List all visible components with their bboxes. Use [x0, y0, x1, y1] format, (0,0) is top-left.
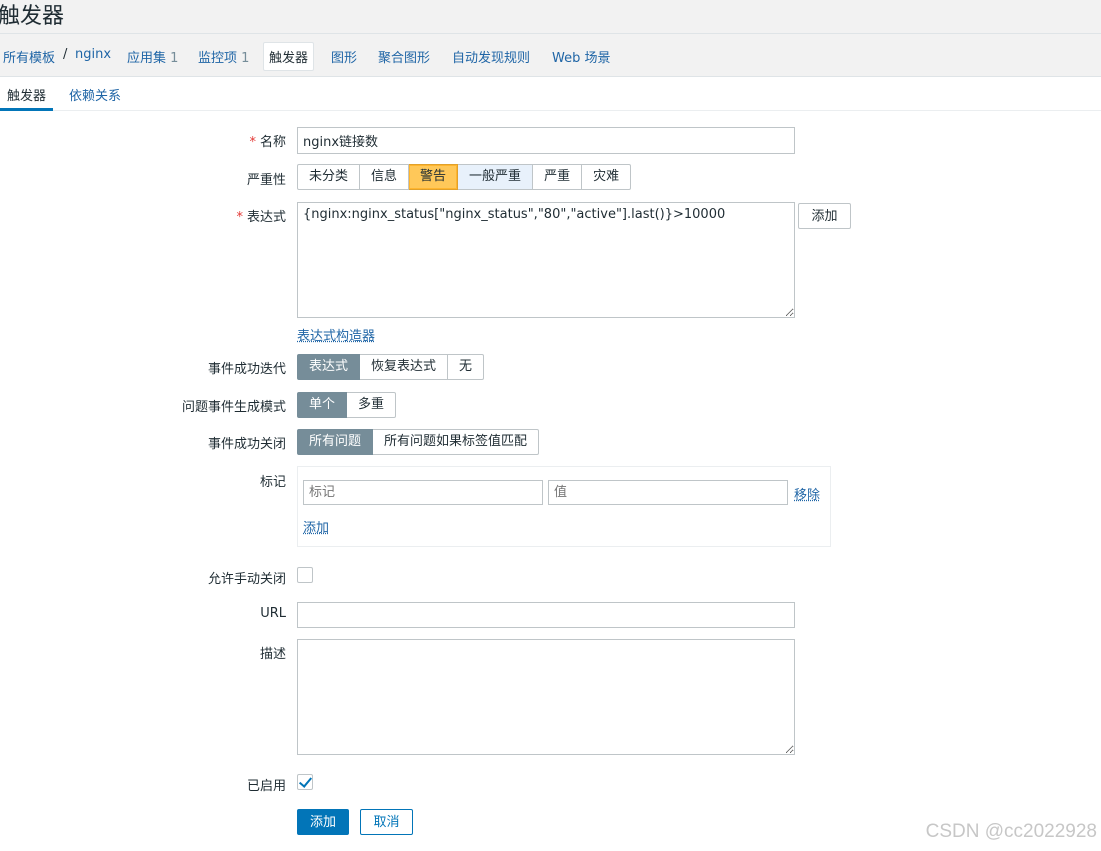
ok-event-none[interactable]: 无 [448, 354, 485, 380]
name-input[interactable] [297, 127, 795, 154]
problem-mode-multiple[interactable]: 多重 [347, 392, 397, 418]
enabled-label: 已启用 [246, 779, 286, 794]
url-input[interactable] [297, 602, 795, 628]
cancel-button[interactable]: 取消 [360, 809, 413, 835]
name-label: * 名称 [249, 131, 286, 150]
nav-discovery[interactable]: 自动发现规则 [452, 47, 530, 66]
severity-information[interactable]: 信息 [360, 164, 410, 190]
nav-applications-label: 应用集 [127, 51, 167, 66]
breadcrumb-template[interactable]: nginx [75, 47, 111, 62]
manual-close-checkbox[interactable] [297, 567, 313, 583]
submit-button[interactable]: 添加 [297, 809, 349, 835]
breadcrumb-separator: / [63, 47, 68, 62]
nav-applications-count: 1 [170, 51, 179, 66]
breadcrumb: 所有模板 / nginx 应用集 1 监控项 1 触发器 图形 聚合图形 自动发… [0, 34, 1101, 77]
tags-label: 标记 [259, 475, 286, 490]
manual-close-label: 允许手动关闭 [207, 572, 286, 587]
ok-close-label: 事件成功关闭 [207, 437, 286, 452]
tags-table [297, 466, 831, 547]
severity-not-classified[interactable]: 未分类 [297, 164, 361, 190]
expression-textarea[interactable]: {nginx:nginx_status["nginx_status","80",… [297, 202, 795, 318]
nav-triggers[interactable]: 触发器 [263, 42, 315, 71]
nav-applications[interactable]: 应用集 1 [127, 47, 178, 66]
tab-trigger[interactable]: 触发器 [0, 85, 54, 111]
description-label: 描述 [259, 647, 286, 662]
page-header: 触发器 [0, 0, 1101, 34]
nav-screens[interactable]: 聚合图形 [378, 47, 430, 66]
nav-items-label: 监控项 [198, 51, 238, 66]
tag-value-input[interactable] [548, 480, 788, 505]
name-label-text: 名称 [259, 135, 286, 150]
description-textarea[interactable] [297, 639, 795, 755]
problem-mode-label: 问题事件生成模式 [181, 400, 286, 415]
nav-items[interactable]: 监控项 1 [198, 47, 249, 66]
tag-add-link[interactable]: 添加 [303, 517, 329, 536]
problem-mode-selector: 单个 多重 [297, 392, 397, 418]
breadcrumb-all-templates[interactable]: 所有模板 [3, 47, 55, 66]
checkmark-icon [298, 774, 313, 788]
tag-name-input[interactable] [303, 480, 543, 505]
tab-dependencies[interactable]: 依赖关系 [69, 85, 121, 104]
required-mark: * [236, 210, 243, 225]
severity-average[interactable]: 一般严重 [458, 164, 534, 190]
expression-add-button[interactable]: 添加 [798, 203, 851, 229]
expression-builder-link[interactable]: 表达式构造器 [297, 325, 375, 344]
ok-close-tag-match[interactable]: 所有问题如果标签值匹配 [373, 429, 540, 455]
ok-event-label: 事件成功迭代 [207, 362, 286, 377]
nav-graphs[interactable]: 图形 [331, 47, 357, 66]
expression-label-text: 表达式 [246, 210, 286, 225]
nav-items-count: 1 [241, 51, 250, 66]
severity-warning[interactable]: 警告 [409, 164, 459, 190]
tag-remove-link[interactable]: 移除 [794, 484, 820, 503]
ok-event-selector: 表达式 恢复表达式 无 [297, 354, 485, 380]
problem-mode-single[interactable]: 单个 [297, 392, 348, 418]
page-title: 触发器 [0, 4, 65, 29]
severity-selector: 未分类 信息 警告 一般严重 严重 灾难 [297, 164, 632, 190]
watermark: CSDN @cc2022928 [925, 821, 1097, 842]
url-label: URL [260, 606, 286, 621]
expression-label: * 表达式 [236, 206, 286, 225]
ok-event-expression[interactable]: 表达式 [297, 354, 361, 380]
required-mark: * [249, 135, 256, 150]
severity-label: 严重性 [246, 173, 286, 188]
nav-web[interactable]: Web 场景 [552, 47, 610, 66]
enabled-checkbox[interactable] [297, 774, 313, 790]
ok-event-recovery-expression[interactable]: 恢复表达式 [360, 354, 449, 380]
ok-close-selector: 所有问题 所有问题如果标签值匹配 [297, 429, 540, 455]
severity-disaster[interactable]: 灾难 [582, 164, 632, 190]
severity-high[interactable]: 严重 [533, 164, 583, 190]
ok-close-all-problems[interactable]: 所有问题 [297, 429, 374, 455]
form-tabs: 触发器 依赖关系 [0, 77, 1101, 111]
